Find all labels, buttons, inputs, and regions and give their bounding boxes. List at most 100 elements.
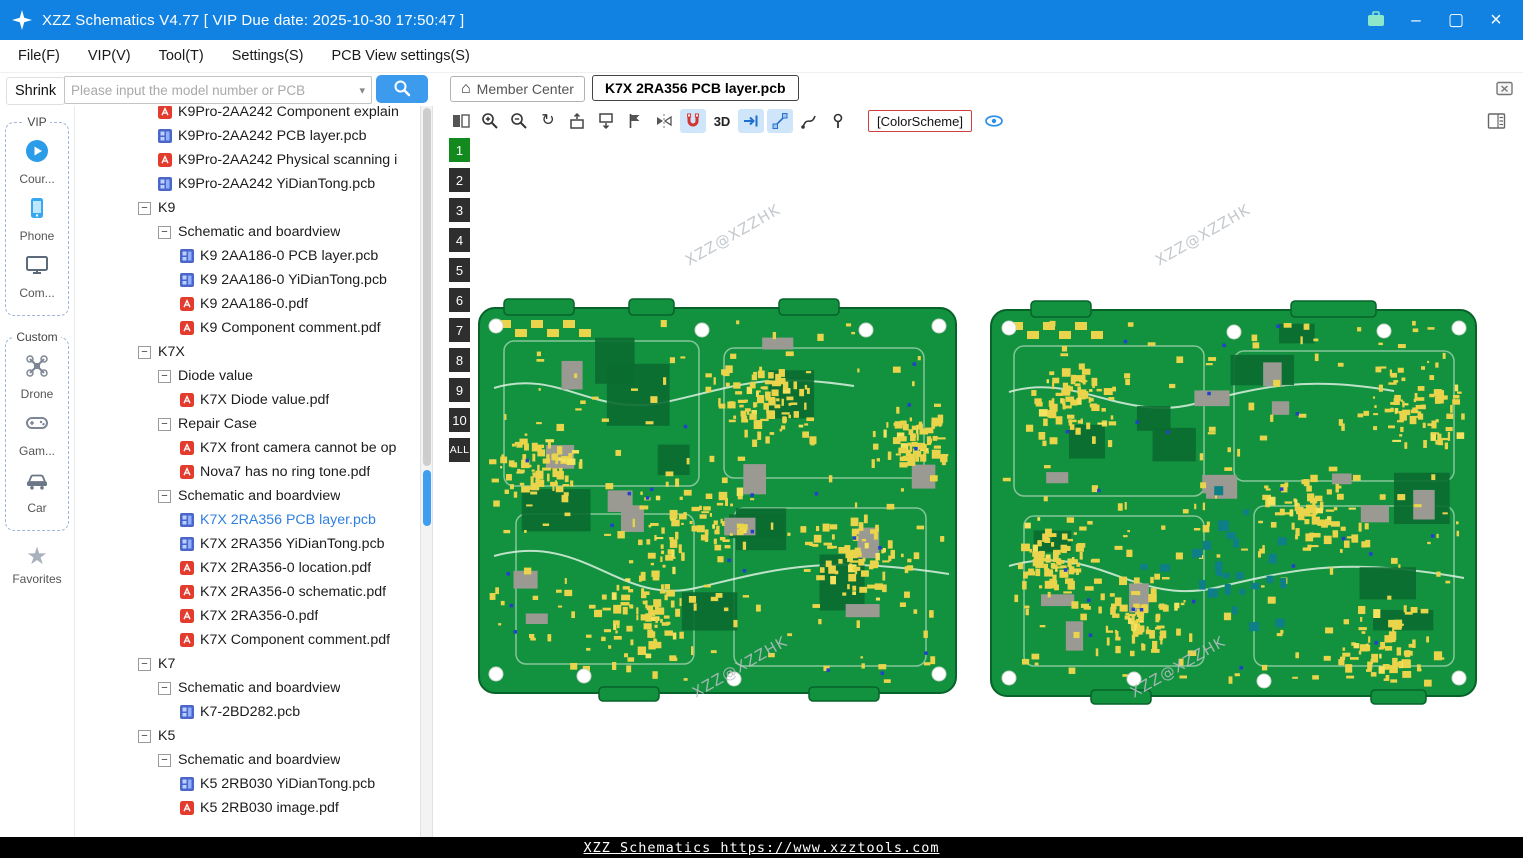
- tree-item[interactable]: K7X Component comment.pdf: [76, 628, 420, 652]
- tree-item[interactable]: K7X 2RA356-0 schematic.pdf: [76, 580, 420, 604]
- tree-item[interactable]: K7X 2RA356-0 location.pdf: [76, 556, 420, 580]
- sidebar-item-label: Car: [27, 501, 47, 515]
- search-input[interactable]: [65, 82, 360, 98]
- tree-collapse-icon[interactable]: −: [158, 489, 171, 503]
- tree-item[interactable]: Nova7 has no ring tone.pdf: [76, 460, 420, 484]
- sidebar-item-gamepad[interactable]: Gam...: [6, 410, 68, 458]
- vip-briefcase-icon[interactable]: [1363, 7, 1389, 33]
- tree-item[interactable]: K9 2AA186-0 YiDianTong.pcb: [76, 268, 420, 292]
- tab-pcb-file[interactable]: K7X 2RA356 PCB layer.pcb: [592, 75, 799, 101]
- tree-item[interactable]: − Schematic and boardview: [76, 484, 420, 508]
- tree-scrollbar[interactable]: [420, 106, 433, 837]
- tree-collapse-icon[interactable]: −: [138, 201, 151, 215]
- tree-item-label: K5: [158, 728, 176, 744]
- menu-item[interactable]: Tool(T): [159, 48, 204, 64]
- sidebar-item-car[interactable]: Car: [6, 467, 68, 515]
- jump-arrow-icon[interactable]: [738, 109, 764, 133]
- pdf-file-icon: [158, 106, 172, 119]
- bottom-layer-icon[interactable]: [593, 109, 619, 133]
- pcb-file-icon: [180, 249, 194, 263]
- tree-item-label: Repair Case: [178, 416, 257, 432]
- tree-item[interactable]: − K9: [76, 196, 420, 220]
- drone-icon: [24, 353, 50, 384]
- status-link[interactable]: XZZ Schematics https://www.xzztools.com: [584, 840, 940, 856]
- shrink-button[interactable]: Shrink: [6, 77, 66, 105]
- tree-item[interactable]: K9 2AA186-0 PCB layer.pcb: [76, 244, 420, 268]
- pdf-file-icon: [180, 321, 194, 335]
- tree-item[interactable]: K7X 2RA356 YiDianTong.pcb: [76, 532, 420, 556]
- measure-diagonal-icon[interactable]: [767, 109, 793, 133]
- tree-item-label: K7: [158, 656, 176, 672]
- pcb-canvas[interactable]: XZZ@XZZHK XZZ@XZZHKXZZ@XZZHK XZZ@XZZHK: [434, 136, 1523, 837]
- tree-item[interactable]: − Repair Case: [76, 412, 420, 436]
- zoom-in-icon[interactable]: [477, 109, 503, 133]
- tree-collapse-icon[interactable]: −: [158, 225, 171, 239]
- 3d-view-button[interactable]: 3D: [709, 109, 735, 133]
- tree-item[interactable]: − Schematic and boardview: [76, 676, 420, 700]
- tree-collapse-icon[interactable]: −: [138, 729, 151, 743]
- tree-collapse-icon[interactable]: −: [158, 417, 171, 431]
- tree-collapse-icon[interactable]: −: [138, 345, 151, 359]
- close-button[interactable]: ×: [1483, 7, 1509, 33]
- tree-item[interactable]: − Diode value: [76, 364, 420, 388]
- tree-item[interactable]: K7-2BD282.pcb: [76, 700, 420, 724]
- tree-item[interactable]: K7X front camera cannot be op: [76, 436, 420, 460]
- minimize-button[interactable]: –: [1403, 7, 1429, 33]
- tree-item[interactable]: K9Pro-2AA242 PCB layer.pcb: [76, 124, 420, 148]
- colorscheme-button[interactable]: [ColorScheme]: [868, 110, 972, 132]
- refresh-view-icon[interactable]: ↻: [535, 109, 561, 133]
- menu-item[interactable]: PCB View settings(S): [331, 48, 469, 64]
- probe-pin-icon[interactable]: [825, 109, 851, 133]
- tree-collapse-icon[interactable]: −: [138, 657, 151, 671]
- sidebar-item-drone[interactable]: Drone: [6, 353, 68, 401]
- tree-collapse-icon[interactable]: −: [158, 681, 171, 695]
- magnet-icon[interactable]: [680, 109, 706, 133]
- sidebar-item-computer[interactable]: Com...: [6, 252, 68, 300]
- search-button[interactable]: [376, 75, 428, 103]
- tree-item-label: K9Pro-2AA242 PCB layer.pcb: [178, 128, 367, 144]
- tree-item[interactable]: − Schematic and boardview: [76, 220, 420, 244]
- phone-icon: [24, 195, 50, 226]
- curve-tool-icon[interactable]: [796, 109, 822, 133]
- tree-collapse-icon[interactable]: −: [158, 369, 171, 383]
- tree-item[interactable]: K9 Component comment.pdf: [76, 316, 420, 340]
- tree-item[interactable]: K7X 2RA356 PCB layer.pcb: [76, 508, 420, 532]
- tree-item[interactable]: K5 2RB030 image.pdf: [76, 796, 420, 820]
- tree-item[interactable]: K9Pro-2AA242 Component explain: [76, 106, 420, 124]
- sidebar-item-phone[interactable]: Phone: [6, 195, 68, 243]
- panel-close-icon[interactable]: [1495, 79, 1513, 97]
- pdf-file-icon: [180, 297, 194, 311]
- layer-list-icon[interactable]: [1483, 109, 1509, 133]
- tree-item[interactable]: K9Pro-2AA242 YiDianTong.pcb: [76, 172, 420, 196]
- scrollbar-quick-thumb[interactable]: [423, 470, 431, 526]
- tree-item[interactable]: K7X Diode value.pdf: [76, 388, 420, 412]
- tree-item[interactable]: K5 2RB030 YiDianTong.pcb: [76, 772, 420, 796]
- tree-item[interactable]: − K7X: [76, 340, 420, 364]
- sidebar-item-play-circle[interactable]: Cour...: [6, 138, 68, 186]
- tree-item-label: K7X Diode value.pdf: [200, 392, 330, 408]
- top-layer-icon[interactable]: [564, 109, 590, 133]
- maximize-button[interactable]: ▢: [1443, 7, 1469, 33]
- menu-item[interactable]: Settings(S): [232, 48, 304, 64]
- mirror-icon[interactable]: [651, 109, 677, 133]
- zoom-out-icon[interactable]: [506, 109, 532, 133]
- tree-collapse-icon[interactable]: −: [158, 753, 171, 767]
- tree-scrollbar-thumb[interactable]: [423, 108, 431, 466]
- tree-item[interactable]: K9 2AA186-0.pdf: [76, 292, 420, 316]
- tree-item[interactable]: − K7: [76, 652, 420, 676]
- pcb-file-icon: [180, 537, 194, 551]
- sidebar-item-favorites[interactable]: ★ Favorites: [0, 545, 74, 587]
- chevron-down-icon[interactable]: ▾: [359, 84, 371, 97]
- eye-icon[interactable]: [981, 109, 1007, 133]
- tree-item[interactable]: K9Pro-2AA242 Physical scanning i: [76, 148, 420, 172]
- tree-item[interactable]: K7X 2RA356-0.pdf: [76, 604, 420, 628]
- split-view-icon[interactable]: [448, 109, 474, 133]
- tree-item-label: K5 2RB030 image.pdf: [200, 800, 339, 816]
- tree-item[interactable]: − K5: [76, 724, 420, 748]
- flag-icon[interactable]: [622, 109, 648, 133]
- tree-item[interactable]: − Schematic and boardview: [76, 748, 420, 772]
- member-center-button[interactable]: ⌂ Member Center: [450, 76, 585, 102]
- menu-item[interactable]: VIP(V): [88, 48, 131, 64]
- menu-item[interactable]: File(F): [18, 48, 60, 64]
- quick-sidebar: VIP Cour... Phone Com... Custom Drone Gam... Ca…: [0, 106, 75, 837]
